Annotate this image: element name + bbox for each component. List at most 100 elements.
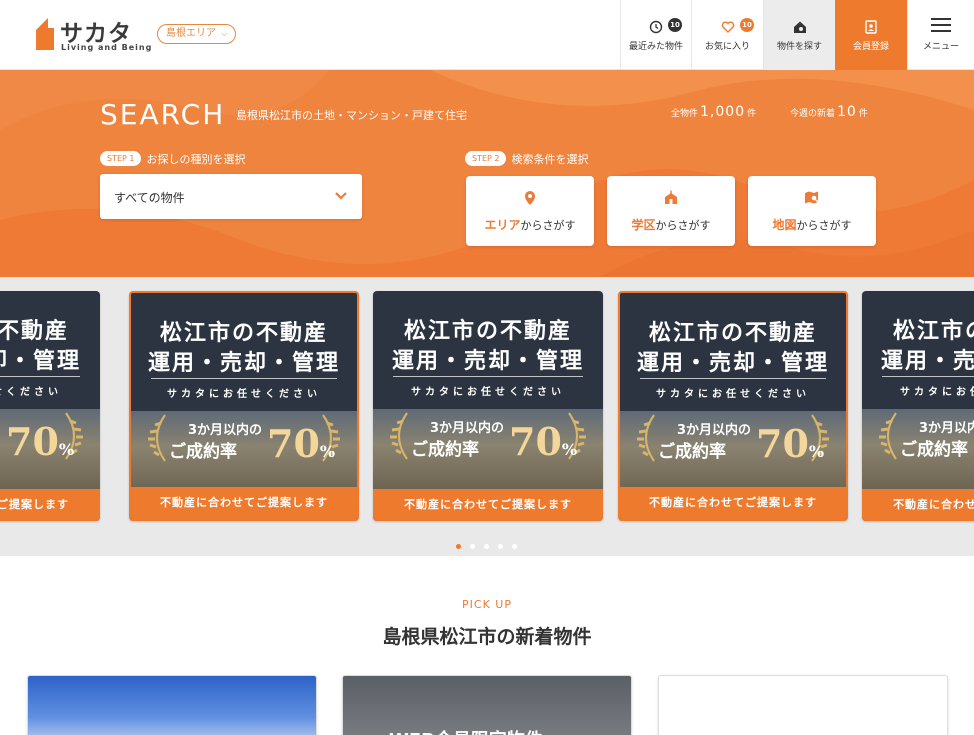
chevron-down-icon: ⌵ <box>221 29 228 38</box>
banner-slide[interactable]: 松江市の不動産運用・売却・管理サカタにお任せください3か月以内のご成約率70%不… <box>0 291 100 521</box>
clock-icon <box>649 20 663 34</box>
area-button-rest: からさがす <box>520 219 576 232</box>
step2-label: STEP 2 検索条件を選択 <box>465 148 589 166</box>
nav-label: 会員登録 <box>852 42 889 52</box>
banner-percent: 70% <box>267 421 335 466</box>
banner-footer: 不動産に合わせてご提案します <box>373 489 603 521</box>
banner-footer: 不動産に合わせてご提案します <box>0 489 100 521</box>
nav-recently-viewed[interactable]: 10 最近みた物件 <box>620 0 691 70</box>
banner-percent-value: 70 <box>267 421 320 466</box>
banner-percent-unit: % <box>319 442 336 461</box>
area-selector[interactable]: 島根エリア ⌵ <box>157 24 237 44</box>
nav-label: 物件を探す <box>776 42 822 52</box>
nav-label: お気に入り <box>704 42 750 52</box>
banner-percent-value: 70 <box>6 419 59 464</box>
house-search-icon <box>793 21 806 33</box>
property-card[interactable] <box>27 675 317 735</box>
laurel-left-icon <box>879 412 897 460</box>
chevron-down-icon <box>335 192 347 200</box>
member-card-icon <box>865 20 877 34</box>
heart-icon <box>721 21 735 33</box>
banner-headline-1: 松江市の不動産 <box>648 321 817 346</box>
total-count-prefix: 全物件 <box>671 109 699 119</box>
banner-headline-2: 運用・売却・管理 <box>391 349 584 374</box>
pickup-label: PICK UP <box>462 598 512 611</box>
nav-menu[interactable]: メニュー <box>907 0 974 70</box>
step2-text: 検索条件を選択 <box>511 152 589 166</box>
area-label: 島根エリア <box>166 28 216 39</box>
banner-percent: 70% <box>6 419 74 464</box>
carousel-dots <box>456 534 526 553</box>
new-count: 今週の新着 10 件 <box>790 104 868 120</box>
banner-carousel[interactable]: 松江市の不動産運用・売却・管理サカタにお任せください 3か月以内のご成約率 70% 不… <box>0 277 974 556</box>
map-button-label: 地図からさがす <box>748 216 876 233</box>
banner-badge-line2: ご成約率 <box>411 440 479 460</box>
property-type-select[interactable]: すべての物件 <box>100 174 362 219</box>
area-button-label: エリアからさがす <box>466 216 594 233</box>
new-count-prefix: 今週の新着 <box>790 109 836 119</box>
map-pin-icon <box>525 191 535 205</box>
map-button-rest: からさがす <box>796 219 852 232</box>
step2-tag: STEP 2 <box>465 151 507 166</box>
banner-divider <box>393 376 583 377</box>
site-logo[interactable]: サカタ Living and Being <box>34 14 151 54</box>
banner-percent-unit: % <box>561 440 578 459</box>
search-subtitle: 島根県松江市の土地・マンション・戸建て住宅 <box>236 109 467 122</box>
banner-slide[interactable]: 松江市の不動産運用・売却・管理サカタにお任せください3か月以内のご成約率70%不… <box>618 291 848 521</box>
banner-percent-unit: % <box>58 440 75 459</box>
banner-headline-1: 松江市の不動産 <box>0 319 69 344</box>
banner-badge-line1: 3か月以内の <box>676 423 752 438</box>
total-count: 全物件 1,000 件 <box>671 104 756 120</box>
banner-badge-line1: 3か月以内の <box>187 423 263 438</box>
carousel-dot[interactable] <box>498 544 503 549</box>
search-by-area-button[interactable]: エリアからさがす <box>466 176 594 246</box>
banner-slide[interactable]: 松江市の不動産運用・売却・管理サカタにお任せください3か月以内のご成約率70%不… <box>129 291 359 521</box>
banner-slide[interactable]: 松江市の不動産運用・売却・管理サカタにお任せください3か月以内のご成約率70%不… <box>862 291 974 521</box>
banner-tagline: サカタにお任せください <box>411 387 565 398</box>
banner-headline-2: 運用・売却・管理 <box>880 349 974 374</box>
nav-member-register[interactable]: 会員登録 <box>835 0 907 70</box>
logo-mark-icon <box>36 18 54 50</box>
total-count-suffix: 件 <box>747 109 757 119</box>
search-section: SEARCH 島根県松江市の土地・マンション・戸建て住宅 全物件 1,000 件 今… <box>0 70 974 277</box>
step1-label: STEP 1 お探しの種別を選択 <box>100 148 245 166</box>
banner-badge-line1: 3か月以内の <box>429 421 505 436</box>
banner-tagline: サカタにお任せください <box>167 389 321 400</box>
pickup-title: 島根県松江市の新着物件 <box>382 626 592 648</box>
carousel-dot[interactable] <box>456 544 461 549</box>
search-heading: SEARCH <box>100 98 226 131</box>
nav-label: 最近みた物件 <box>628 42 683 52</box>
hamburger-icon <box>931 18 951 32</box>
school-button-rest: からさがす <box>655 219 711 232</box>
carousel-dot[interactable] <box>512 544 517 549</box>
school-icon <box>665 190 677 204</box>
banner-badge-line1: 3か月以内の <box>918 421 974 436</box>
banner-divider <box>0 376 80 377</box>
banner-footer: 不動産に合わせてご提案します <box>862 489 974 521</box>
new-count-value: 10 <box>837 104 857 120</box>
banner-footer: 不動産に合わせてご提案します <box>131 487 357 519</box>
map-search-icon <box>805 191 819 204</box>
members-only-label: WEB会員限定物件 <box>389 726 543 735</box>
banner-headline-2: 運用・売却・管理 <box>636 351 829 376</box>
banner-percent-unit: % <box>808 442 825 461</box>
school-button-highlight: 学区 <box>631 218 656 232</box>
laurel-left-icon <box>148 414 166 462</box>
logo-tagline: Living and Being <box>61 43 153 52</box>
banner-slide[interactable]: 松江市の不動産運用・売却・管理サカタにお任せください3か月以内のご成約率70%不… <box>373 291 603 521</box>
search-by-map-button[interactable]: 地図からさがす <box>748 176 876 246</box>
site-header: サカタ Living and Being 島根エリア ⌵ 10 最近みた物件 1… <box>0 0 974 70</box>
banner-footer: 不動産に合わせてご提案します <box>620 487 846 519</box>
property-card[interactable] <box>658 675 948 735</box>
carousel-dot[interactable] <box>484 544 489 549</box>
laurel-left-icon <box>637 414 655 462</box>
nav-search-property[interactable]: 物件を探す <box>763 0 835 70</box>
carousel-dot[interactable] <box>470 544 475 549</box>
nav-favorites[interactable]: 10 お気に入り <box>691 0 763 70</box>
banner-headline-2: 運用・売却・管理 <box>0 349 81 374</box>
search-by-school-button[interactable]: 学区からさがす <box>607 176 735 246</box>
banner-tagline: サカタにお任せください <box>656 389 810 400</box>
property-card[interactable]: WEB会員限定物件 <box>342 675 632 735</box>
banner-divider <box>640 378 826 379</box>
banner-percent: 70% <box>756 421 824 466</box>
